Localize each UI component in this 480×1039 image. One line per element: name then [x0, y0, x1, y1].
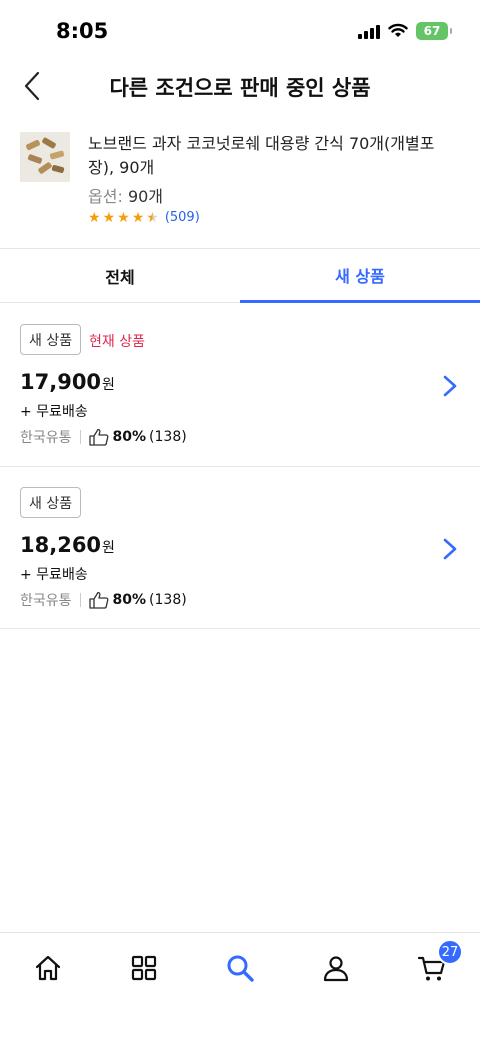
tab-cart[interactable]: 27 — [415, 939, 463, 985]
status-bar: 8:05 67 — [0, 0, 480, 60]
tab-category[interactable] — [127, 951, 161, 985]
current-product-tag: 현재 상품 — [89, 334, 145, 350]
battery-level: 67 — [423, 24, 441, 38]
shipping-info: + 무료배송 — [20, 404, 88, 420]
tab-my-account[interactable] — [319, 951, 353, 985]
seller-row: 한국유통 80% (138) — [20, 590, 187, 610]
search-icon — [227, 955, 254, 982]
seller-rating-count: (138) — [149, 429, 187, 445]
half-star-icon: ★ — [146, 209, 159, 226]
thumbs-up-icon — [88, 428, 108, 446]
separator — [79, 430, 81, 444]
seller-row: 한국유통 80% (138) — [20, 427, 187, 447]
option-value: 90개 — [127, 187, 164, 206]
price: 17,900 — [20, 370, 102, 394]
product-summary: 노브랜드 과자 코코넛로쉐 대용량 간식 70개(개별포장), 90개 옵션: … — [0, 124, 480, 248]
star-icon: ★ — [117, 209, 130, 226]
page-title: 다른 조건으로 판매 중인 상품 — [109, 76, 371, 100]
header: 다른 조건으로 판매 중인 상품 — [0, 60, 480, 112]
offer-item[interactable]: 새 상품 현재 상품 17,900 원 + 무료배송 한국유통 80% (138… — [0, 304, 480, 467]
seller-name: 한국유통 — [20, 430, 72, 446]
positive-rate: 80% — [112, 429, 147, 445]
product-rating[interactable]: ★ ★ ★ ★ ★ (509) — [88, 210, 200, 225]
signal-icon — [358, 23, 380, 39]
seller-rating-count: (138) — [149, 592, 187, 608]
star-icon: ★ — [88, 209, 101, 226]
shipping-info: + 무료배송 — [20, 567, 88, 583]
star-icon: ★ — [131, 209, 145, 226]
condition-badge: 새 상품 — [20, 324, 82, 355]
product-name: 노브랜드 과자 코코넛로쉐 대용량 간식 70개(개별포장), 90개 — [88, 134, 435, 177]
positive-rate: 80% — [112, 592, 147, 608]
tab-home[interactable] — [31, 951, 65, 985]
category-icon — [131, 955, 157, 981]
status-time: 8:05 — [56, 19, 109, 43]
condition-tabs: 전체 새 상품 — [0, 249, 480, 303]
condition-badge: 새 상품 — [20, 487, 82, 518]
home-icon — [35, 955, 61, 981]
currency: 원 — [102, 377, 115, 393]
chevron-right-icon[interactable] — [440, 537, 460, 561]
user-icon — [323, 956, 349, 982]
tab-search[interactable] — [223, 951, 257, 985]
review-count[interactable]: (509) — [165, 210, 200, 225]
wifi-icon — [388, 23, 408, 37]
tab-all[interactable]: 전체 — [0, 249, 240, 303]
product-option: 옵션: 90개 — [88, 183, 163, 207]
price: 18,260 — [20, 533, 102, 557]
tab-new-products[interactable]: 새 상품 — [240, 249, 480, 303]
thumbs-up-icon — [88, 591, 108, 609]
offer-item[interactable]: 새 상품 18,260 원 + 무료배송 한국유통 80% (138) — [0, 467, 480, 629]
currency: 원 — [102, 540, 115, 556]
price-row: 17,900 원 — [20, 370, 115, 394]
option-label: 옵션: — [88, 187, 123, 206]
price-row: 18,260 원 — [20, 533, 115, 557]
separator — [79, 593, 81, 607]
battery-icon: 67 — [416, 22, 452, 40]
bottom-tab-bar: 27 — [0, 932, 480, 1039]
chevron-right-icon[interactable] — [440, 374, 460, 398]
cart-count-badge: 27 — [437, 939, 463, 965]
star-icon: ★ — [102, 209, 116, 226]
status-icons: 67 — [358, 22, 452, 40]
product-thumbnail — [20, 132, 70, 182]
seller-name: 한국유통 — [20, 593, 72, 609]
